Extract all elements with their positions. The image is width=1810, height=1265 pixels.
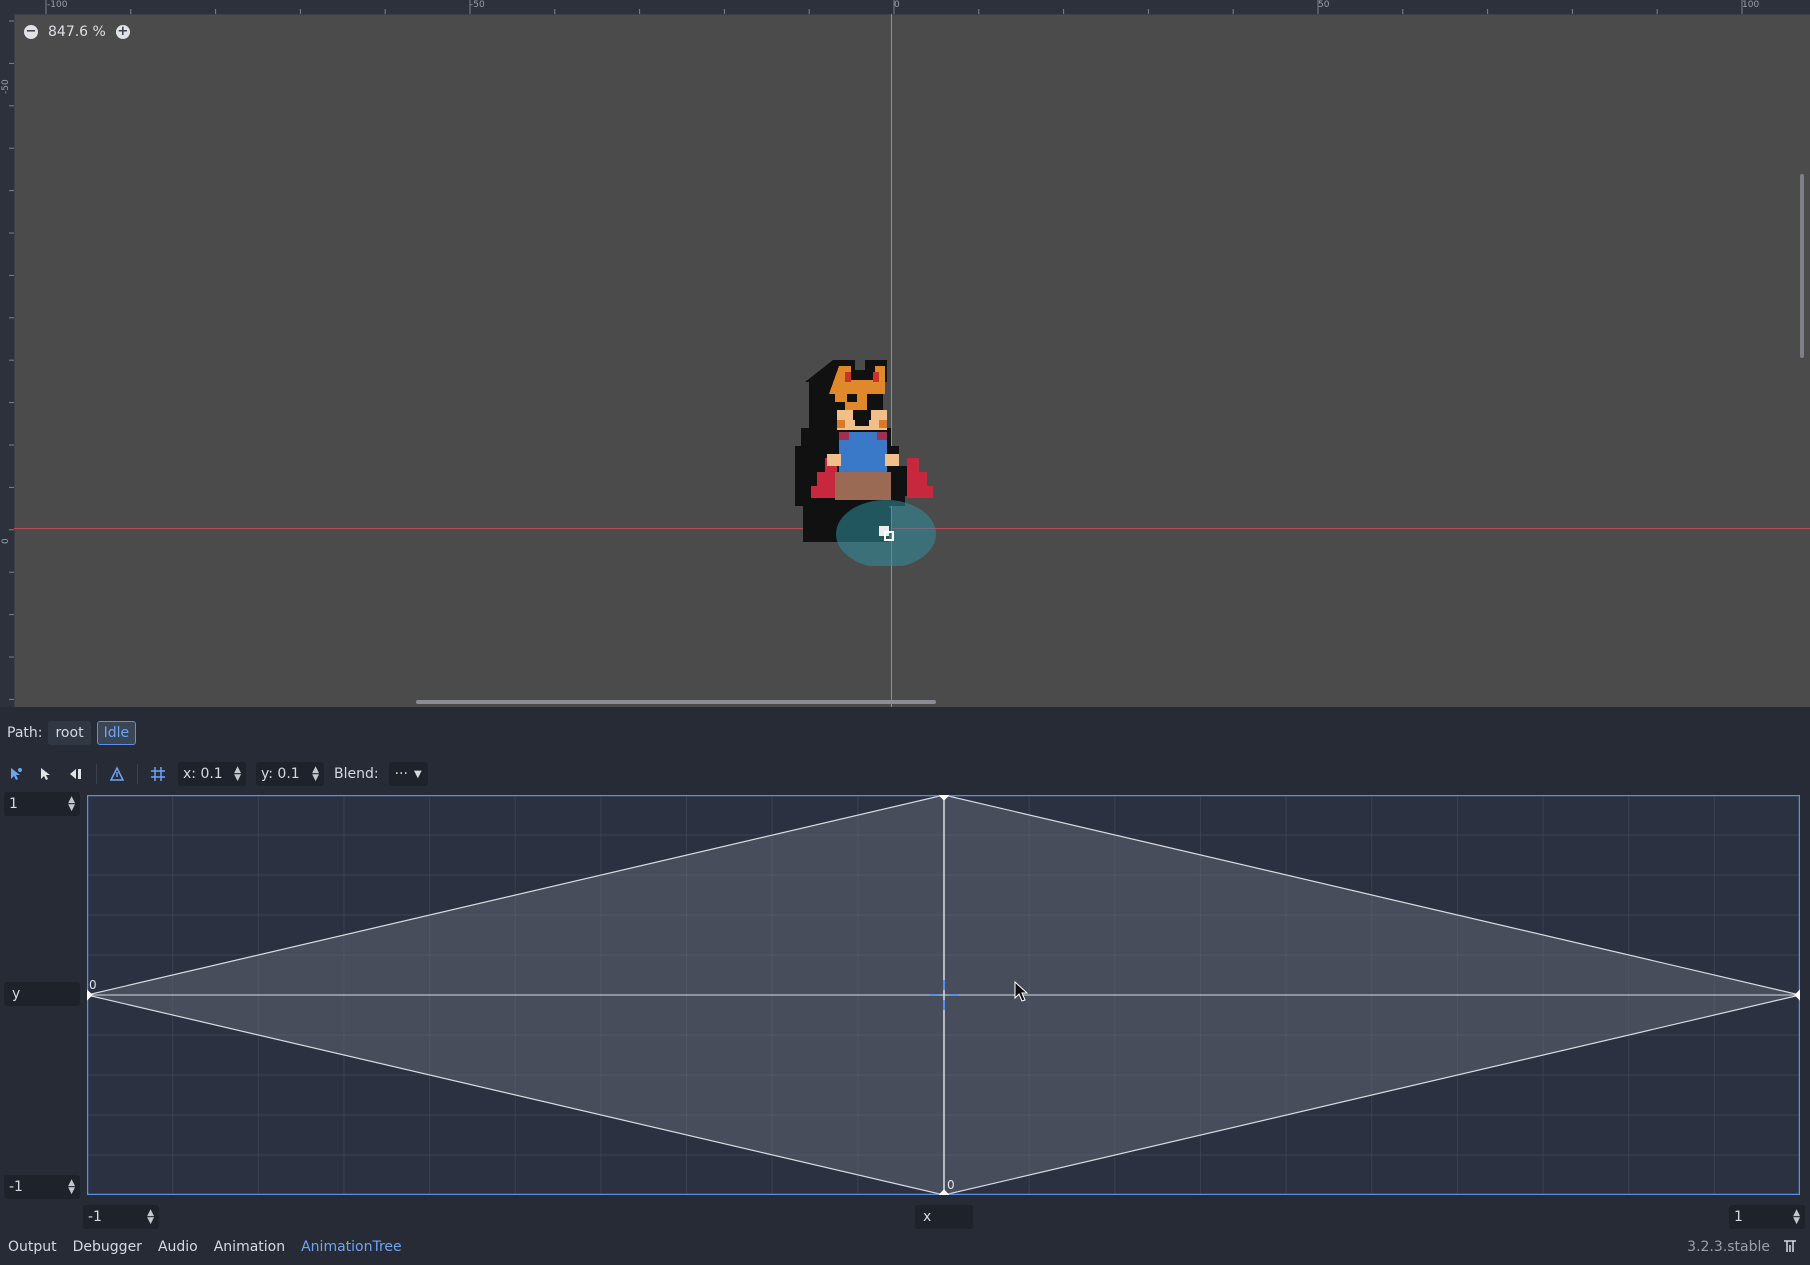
path-item-idle[interactable]: Idle	[96, 721, 137, 745]
ruler-vertical-ticks	[9, 20, 14, 700]
ruler-horizontal: -100 -50 0 50 100	[0, 0, 1810, 15]
zoom-controls: − 847.6 % +	[24, 22, 130, 42]
blend-space-2d-canvas[interactable]: 0 0	[87, 795, 1800, 1195]
x-label-field[interactable]: x	[915, 1205, 973, 1229]
zoom-in-icon[interactable]: +	[115, 25, 130, 39]
tab-animation-tree[interactable]: AnimationTree	[293, 1239, 410, 1255]
snap-y-stepper[interactable]: y: 0.1 ▲ ▼	[256, 762, 324, 786]
tab-animation[interactable]: Animation	[206, 1239, 293, 1255]
point-label-bottom: 0	[947, 1178, 955, 1192]
fox-character-sprite[interactable]	[795, 358, 977, 566]
erase-points-icon[interactable]	[66, 764, 86, 784]
tab-debugger[interactable]: Debugger	[65, 1239, 150, 1255]
tab-output[interactable]: Output	[0, 1239, 65, 1255]
path-item-root[interactable]: root	[48, 721, 91, 745]
max-y-value: 1	[9, 796, 18, 812]
min-y-stepper[interactable]: -1 ▲ ▼	[4, 1175, 80, 1199]
create-points-icon[interactable]	[36, 764, 56, 784]
stepper-arrows-icon[interactable]: ▲ ▼	[141, 1209, 154, 1226]
stepper-arrows-icon[interactable]: ▲ ▼	[306, 766, 319, 783]
stepper-arrows-icon[interactable]: ▲ ▼	[228, 766, 241, 783]
min-y-value: -1	[9, 1179, 23, 1195]
canvas-viewport[interactable]: -100 -50 0 50 100 -50 0 − 847.6 % +	[0, 0, 1810, 707]
ruler-label-minus-50: -50	[470, 0, 485, 10]
chevron-down-icon: ▼	[413, 768, 422, 780]
blend-mode-value: ···	[394, 766, 408, 782]
ruler-label-minus-100: -100	[47, 0, 68, 10]
zoom-level[interactable]: 847.6 %	[48, 24, 106, 40]
max-x-value: 1	[1734, 1209, 1743, 1225]
toolbar-separator	[96, 764, 97, 784]
min-x-value: -1	[88, 1209, 102, 1225]
ruler-label-100: 100	[1742, 0, 1760, 10]
bottom-panel-tabs: Output Debugger Audio Animation Animatio…	[0, 1235, 1810, 1259]
tab-audio[interactable]: Audio	[150, 1239, 206, 1255]
snap-y-value: y: 0.1	[261, 766, 300, 782]
y-label-field[interactable]: y	[4, 982, 80, 1006]
ruler-label-0-vertical: 0	[1, 538, 11, 544]
path-breadcrumb: Path: root Idle	[0, 717, 137, 749]
ruler-label-0: 0	[894, 0, 900, 10]
create-triangles-icon[interactable]	[107, 764, 127, 784]
pin-icon[interactable]	[1782, 1238, 1798, 1254]
snap-grid-icon[interactable]	[148, 764, 168, 784]
path-label: Path:	[7, 725, 43, 741]
stepper-arrows-icon[interactable]: ▲ ▼	[62, 796, 75, 813]
horizontal-scrollbar[interactable]	[416, 700, 936, 704]
stepper-arrows-icon[interactable]: ▲ ▼	[62, 1179, 75, 1196]
blend-label: Blend:	[334, 766, 379, 782]
ruler-vertical: -50 0	[0, 14, 15, 707]
ruler-label-minus-50-vertical: -50	[1, 79, 11, 94]
ruler-label-50: 50	[1318, 0, 1330, 10]
version-label: 3.2.3.stable	[1687, 1239, 1770, 1255]
stepper-arrows-icon[interactable]: ▲ ▼	[1787, 1209, 1800, 1226]
snap-x-stepper[interactable]: x: 0.1 ▲ ▼	[178, 762, 246, 786]
point-label-left: 0	[89, 978, 97, 992]
max-y-stepper[interactable]: 1 ▲ ▼	[4, 792, 80, 816]
blend-mode-dropdown[interactable]: ··· ▼	[388, 762, 428, 786]
zoom-out-icon[interactable]: −	[24, 25, 38, 39]
snap-x-value: x: 0.1	[183, 766, 223, 782]
ruler-horizontal-ticks	[45, 0, 1743, 14]
vertical-scrollbar[interactable]	[1800, 174, 1804, 358]
blend-space-toolbar: x: 0.1 ▲ ▼ y: 0.1 ▲ ▼ Blend: ··· ▼	[6, 758, 428, 790]
select-points-icon[interactable]	[6, 764, 26, 784]
toolbar-separator	[137, 764, 138, 784]
min-x-stepper[interactable]: -1 ▲ ▼	[83, 1205, 159, 1229]
max-x-stepper[interactable]: 1 ▲ ▼	[1729, 1205, 1805, 1229]
